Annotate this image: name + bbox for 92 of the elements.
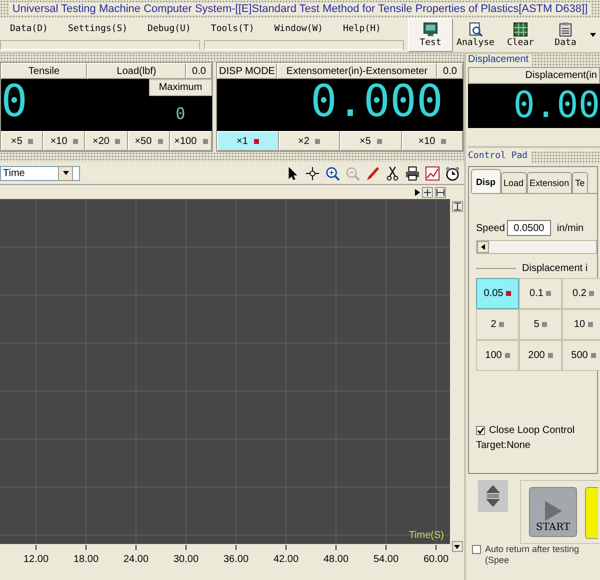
caret-icon[interactable]: [590, 33, 596, 37]
channel-label: Load(lbf): [87, 63, 186, 79]
panel-title: Control Pad: [468, 151, 531, 164]
rate-button[interactable]: 100: [476, 340, 519, 371]
rate-button[interactable]: 2: [476, 309, 519, 340]
window-title: Universal Testing Machine Computer System-[[E]Standard Test Method for Tensile Properties of Plastics[ASTM D638]]: [9, 3, 591, 15]
checkbox[interactable]: [472, 545, 481, 554]
rate-button[interactable]: 500: [562, 340, 600, 371]
range-button[interactable]: ×5: [340, 131, 402, 151]
up-down-arrows-icon: [485, 484, 501, 508]
range-button[interactable]: ×10: [402, 131, 463, 151]
checkbox-label: Auto return after testing (Spee: [485, 544, 580, 566]
expand-vertical-button[interactable]: [452, 201, 462, 212]
document-icon: [468, 22, 483, 37]
start-button[interactable]: START: [529, 487, 577, 537]
line-chart-icon[interactable]: [425, 166, 440, 180]
menu-item[interactable]: Debug(U): [138, 24, 201, 34]
rate-button[interactable]: 5: [519, 309, 562, 340]
clock-icon[interactable]: [445, 166, 460, 180]
checkbox-label: Close Loop Control: [489, 425, 575, 436]
menu-item[interactable]: Settings(S): [58, 24, 138, 34]
speed-scrollbar[interactable]: [476, 240, 597, 254]
scissors-icon[interactable]: [385, 166, 400, 180]
maximum-label: Maximum: [149, 79, 212, 96]
rate-button[interactable]: 0.1: [519, 278, 562, 309]
range-button[interactable]: ×50: [128, 131, 170, 151]
range-button[interactable]: ×20: [85, 131, 128, 151]
crosshair-icon[interactable]: [305, 166, 320, 180]
rate-button[interactable]: 0.05: [476, 278, 519, 309]
clipboard-icon: [558, 22, 573, 37]
panel-title: Displacement: [468, 54, 532, 67]
extensometer-reading: 0.000: [310, 79, 443, 129]
channel-label: Displacement(in: [468, 67, 600, 84]
toolbar-button[interactable]: Data: [543, 18, 588, 52]
caret-icon: [62, 171, 68, 175]
speed-field[interactable]: 0.0500: [506, 220, 551, 236]
rate-button[interactable]: 200: [519, 340, 562, 371]
rate-button[interactable]: 10: [562, 309, 600, 340]
grid-icon: [513, 22, 528, 37]
scroll-down-button[interactable]: [452, 541, 462, 552]
tab[interactable]: Te: [572, 172, 588, 193]
range-button[interactable]: ×100: [170, 131, 212, 151]
speed-label: Speed: [476, 222, 505, 234]
tick-label: 18.00: [73, 554, 99, 565]
range-button[interactable]: ×1: [217, 131, 278, 151]
load-reading: 0: [1, 79, 28, 129]
displacement-reading: 0.00: [513, 84, 600, 128]
menu-item[interactable]: Data(D): [0, 24, 58, 34]
toolbar-button[interactable]: Analyse: [453, 18, 498, 52]
menu-item[interactable]: Window(W): [264, 24, 334, 34]
monitor-icon: [423, 22, 438, 37]
fit-horizontal-button[interactable]: [422, 186, 433, 198]
mode-label: DISP MODE: [217, 63, 277, 79]
tick-label: 54.00: [373, 554, 399, 565]
offset-value: 0.0: [186, 63, 212, 79]
tab[interactable]: Load: [500, 172, 527, 193]
range-button[interactable]: ×2: [278, 131, 340, 151]
tab[interactable]: Disp: [471, 169, 501, 193]
up-down-button[interactable]: [478, 480, 508, 512]
rate-button[interactable]: 0.2: [562, 278, 600, 309]
channel-label: Extensometer(in)-Extensometer: [277, 63, 437, 79]
menu-item[interactable]: Help(H): [333, 24, 391, 34]
checkbox[interactable]: [476, 426, 485, 435]
maximum-reading: 0: [174, 103, 186, 125]
toolbar-button[interactable]: Clear: [498, 18, 543, 52]
printer-icon[interactable]: [405, 166, 420, 180]
tick-label: 30.00: [173, 554, 199, 565]
toolbar-button[interactable]: Test: [408, 18, 453, 52]
group-label: Displacement i: [522, 263, 588, 274]
play-icon[interactable]: [415, 188, 420, 196]
target-label: Target:None: [476, 440, 532, 451]
menu-item[interactable]: Tools(T): [200, 24, 264, 34]
tick-label: 36.00: [223, 554, 249, 565]
speed-unit: in/min: [556, 222, 584, 234]
tick-label: 24.00: [123, 554, 149, 565]
offset-value: 0.0: [437, 63, 463, 79]
tick-label: 12.00: [23, 554, 49, 565]
left-arrow-icon: [481, 244, 485, 250]
tick-label: 60.00: [423, 554, 449, 565]
axis-label: Time(S): [408, 530, 444, 541]
expand-horizontal-button[interactable]: [435, 186, 446, 198]
play-icon: [543, 500, 563, 522]
range-button[interactable]: ×5: [1, 131, 44, 151]
mode-label: Tensile: [1, 63, 87, 79]
range-button[interactable]: ×10: [43, 131, 86, 151]
tick-label: 42.00: [273, 554, 299, 565]
zoom-in-icon[interactable]: [325, 166, 340, 180]
caret-icon: [454, 544, 460, 548]
pen-icon[interactable]: [365, 166, 380, 180]
tab[interactable]: Extension: [526, 172, 572, 193]
axis-select[interactable]: Time: [0, 166, 80, 180]
tick-label: 48.00: [323, 554, 349, 565]
